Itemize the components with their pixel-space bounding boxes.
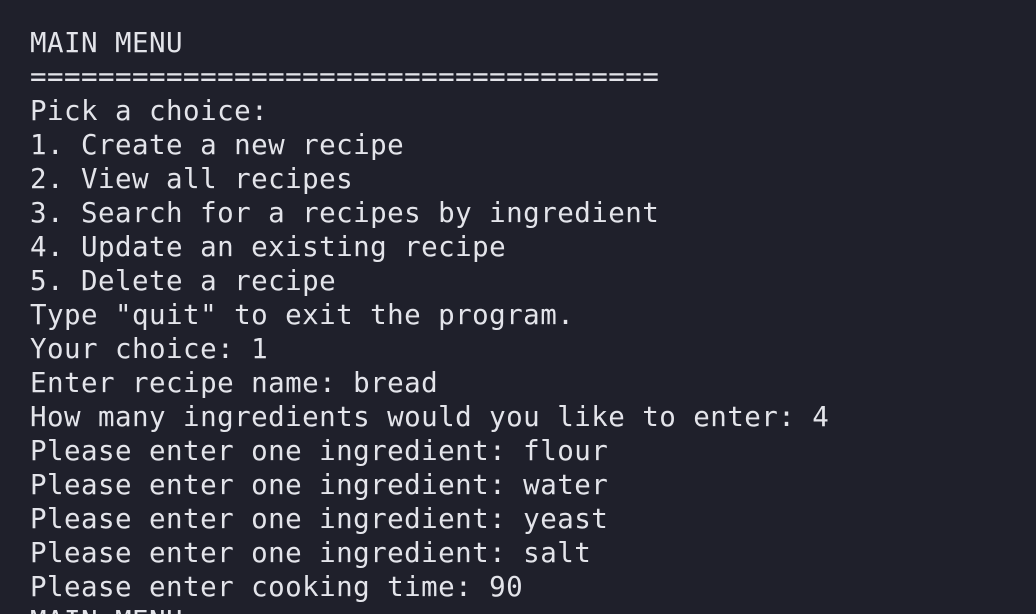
- ingredient-line: Please enter one ingredient: flour: [30, 435, 609, 467]
- menu-option-create: 1. Create a new recipe: [30, 129, 405, 161]
- menu-option-delete: 5. Delete a recipe: [30, 265, 337, 297]
- choice-line: Your choice: 1: [30, 333, 269, 365]
- menu-option-view: 2. View all recipes: [30, 163, 354, 195]
- ingredient-line: Please enter one ingredient: water: [30, 469, 609, 501]
- recipe-name-line: Enter recipe name: bread: [30, 367, 439, 399]
- quit-instruction: Type "quit" to exit the program.: [30, 299, 575, 331]
- ingredient-line: Please enter one ingredient: yeast: [30, 503, 609, 535]
- menu-title: MAIN MENU: [30, 27, 184, 59]
- terminal-window[interactable]: MAIN MENU ==============================…: [0, 0, 1036, 614]
- menu-title-repeat: MAIN MENU: [30, 604, 829, 614]
- menu-option-search: 3. Search for a recipes by ingredient: [30, 197, 660, 229]
- menu-divider: =====================================: [30, 61, 660, 93]
- menu-prompt: Pick a choice:: [30, 95, 269, 127]
- terminal-output: MAIN MENU ==============================…: [30, 26, 829, 614]
- menu-option-update: 4. Update an existing recipe: [30, 231, 507, 263]
- cooking-time-line: Please enter cooking time: 90: [30, 571, 524, 603]
- ingredient-line: Please enter one ingredient: salt: [30, 537, 592, 569]
- ingredient-count-line: How many ingredients would you like to e…: [30, 401, 830, 433]
